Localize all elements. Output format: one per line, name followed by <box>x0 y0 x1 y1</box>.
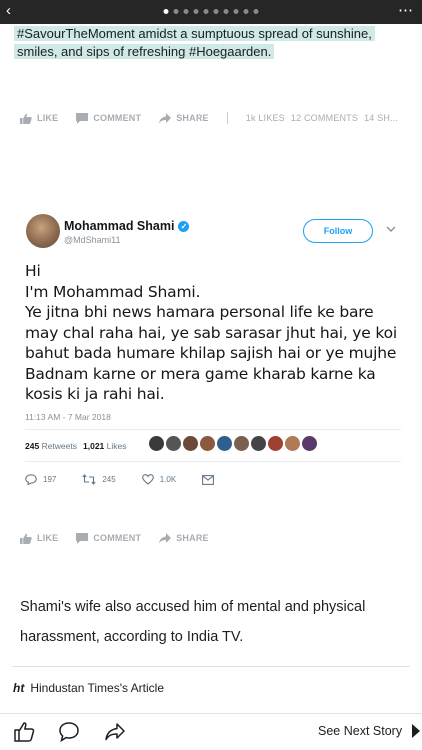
comment-action[interactable]: COMMENT <box>76 112 142 124</box>
comment-icon <box>76 532 89 544</box>
direct-message-action[interactable] <box>202 474 215 485</box>
share-action[interactable]: SHARE <box>159 112 209 124</box>
page-dot <box>183 9 189 14</box>
liker-avatar[interactable] <box>285 436 300 451</box>
comment-label: COMMENT <box>93 533 142 543</box>
next-story-label: See Next Story <box>318 724 403 738</box>
play-arrow-icon <box>412 724 421 738</box>
liker-avatar[interactable] <box>217 436 232 451</box>
page-indicator <box>163 9 259 14</box>
like-label: LIKE <box>37 113 59 123</box>
retweet-action[interactable]: 245 <box>82 474 116 485</box>
likes-stat[interactable]: 1,021 Likes <box>83 441 127 451</box>
page-dot <box>243 9 249 14</box>
like-label: LIKE <box>37 533 59 543</box>
like-tweet-count: 1.0K <box>159 475 177 484</box>
liker-avatar[interactable] <box>234 436 249 451</box>
page-dot <box>253 9 259 14</box>
share-icon[interactable] <box>103 720 127 744</box>
share-icon <box>159 532 172 543</box>
verified-badge-icon: ✓ <box>178 220 190 232</box>
liker-avatars <box>149 436 317 451</box>
share-label: SHARE <box>176 113 209 123</box>
retweets-count: 245 <box>25 441 40 451</box>
envelope-icon <box>202 474 215 485</box>
likes-count: 1,021 <box>83 441 105 451</box>
page-dot <box>163 9 169 14</box>
source-label: Hindustan Times's Article <box>30 681 165 695</box>
tweet-timestamp[interactable]: 11:13 AM - 7 Mar 2018 <box>25 412 111 422</box>
bottom-bar: See Next Story <box>0 713 422 750</box>
thumbs-up-icon <box>20 533 32 544</box>
page-dot <box>223 9 229 14</box>
retweets-stat[interactable]: 245 Retweets <box>25 441 77 451</box>
share-icon <box>159 112 172 123</box>
page-dot <box>233 9 239 14</box>
divider <box>226 112 228 124</box>
tweet-line: Hi <box>25 262 41 280</box>
thumbs-up-icon <box>20 113 32 124</box>
tweet-actions: 197 245 1.0K <box>25 474 215 485</box>
like-action[interactable]: LIKE <box>20 113 58 124</box>
reply-icon <box>25 474 37 485</box>
see-next-story-button[interactable]: See Next Story <box>318 724 421 738</box>
reply-action[interactable]: 197 <box>25 474 56 485</box>
follow-button[interactable]: Follow <box>303 219 373 243</box>
post-action-bar: LIKE COMMENT SHARE 1k LIKES 12 COMMENTS … <box>20 110 398 126</box>
liker-avatar[interactable] <box>251 436 266 451</box>
liker-avatar[interactable] <box>302 436 317 451</box>
tweet-stats: 245 Retweets 1,021 Likes <box>25 441 127 451</box>
page-dot <box>173 9 179 14</box>
like-action[interactable]: LIKE <box>20 533 58 544</box>
heart-icon <box>141 474 154 485</box>
liker-avatar[interactable] <box>183 436 198 451</box>
embed-action-bar: LIKE COMMENT SHARE <box>20 530 209 546</box>
author-handle: @MdShami11 <box>64 235 121 245</box>
liker-avatar[interactable] <box>149 436 164 451</box>
divider <box>12 666 410 667</box>
top-bar: ‹ ⋯ <box>0 0 422 24</box>
comment-icon[interactable] <box>57 720 81 744</box>
avatar[interactable] <box>26 214 60 248</box>
comment-icon <box>76 112 89 124</box>
tweet-line: Ye jitna bhi news hamara personal life k… <box>25 303 397 403</box>
post-caption: #SavourTheMoment amidst a sumptuous spre… <box>14 25 406 61</box>
tweet-line: I'm Mohammad Shami. <box>25 282 201 301</box>
article-paragraph: Shami's wife also accused him of mental … <box>20 599 366 645</box>
reply-count: 197 <box>43 475 57 484</box>
share-label: SHARE <box>176 533 209 543</box>
author-name: Mohammad Shami <box>64 219 175 233</box>
retweets-label: Retweets <box>41 441 77 451</box>
like-tweet-action[interactable]: 1.0K <box>141 474 177 485</box>
embedded-tweet[interactable]: Mohammad Shami ✓ @MdShami11 Follow Hi I'… <box>12 204 408 494</box>
tweet-text: Hi I'm Mohammad Shami. Ye jitna bhi news… <box>25 261 401 405</box>
liker-avatar[interactable] <box>200 436 215 451</box>
publisher-logo: ht <box>13 681 25 695</box>
caption-text: #SavourTheMoment amidst a sumptuous spre… <box>14 26 375 59</box>
share-action[interactable]: SHARE <box>159 532 209 544</box>
divider <box>25 461 401 462</box>
like-icon[interactable] <box>12 720 36 744</box>
comment-label: COMMENT <box>93 113 142 123</box>
likes-label: Likes <box>106 441 127 451</box>
page-dot <box>213 9 219 14</box>
likes-count[interactable]: 1k LIKES <box>246 113 285 123</box>
liker-avatar[interactable] <box>268 436 283 451</box>
tweet-author[interactable]: Mohammad Shami ✓ <box>64 219 190 233</box>
more-options-icon[interactable]: ⋯ <box>398 1 414 19</box>
page-dot <box>203 9 209 14</box>
shares-count[interactable]: 14 SH... <box>364 113 398 123</box>
page-dot <box>193 9 199 14</box>
comments-count[interactable]: 12 COMMENTS <box>291 113 358 123</box>
retweet-icon <box>82 474 96 485</box>
chevron-down-icon[interactable] <box>384 222 398 236</box>
retweet-count: 245 <box>102 475 116 484</box>
divider <box>25 429 401 430</box>
comment-action[interactable]: COMMENT <box>76 532 142 544</box>
source-link[interactable]: ht Hindustan Times's Article <box>13 681 164 695</box>
back-icon[interactable]: ‹ <box>6 3 11 19</box>
liker-avatar[interactable] <box>166 436 181 451</box>
